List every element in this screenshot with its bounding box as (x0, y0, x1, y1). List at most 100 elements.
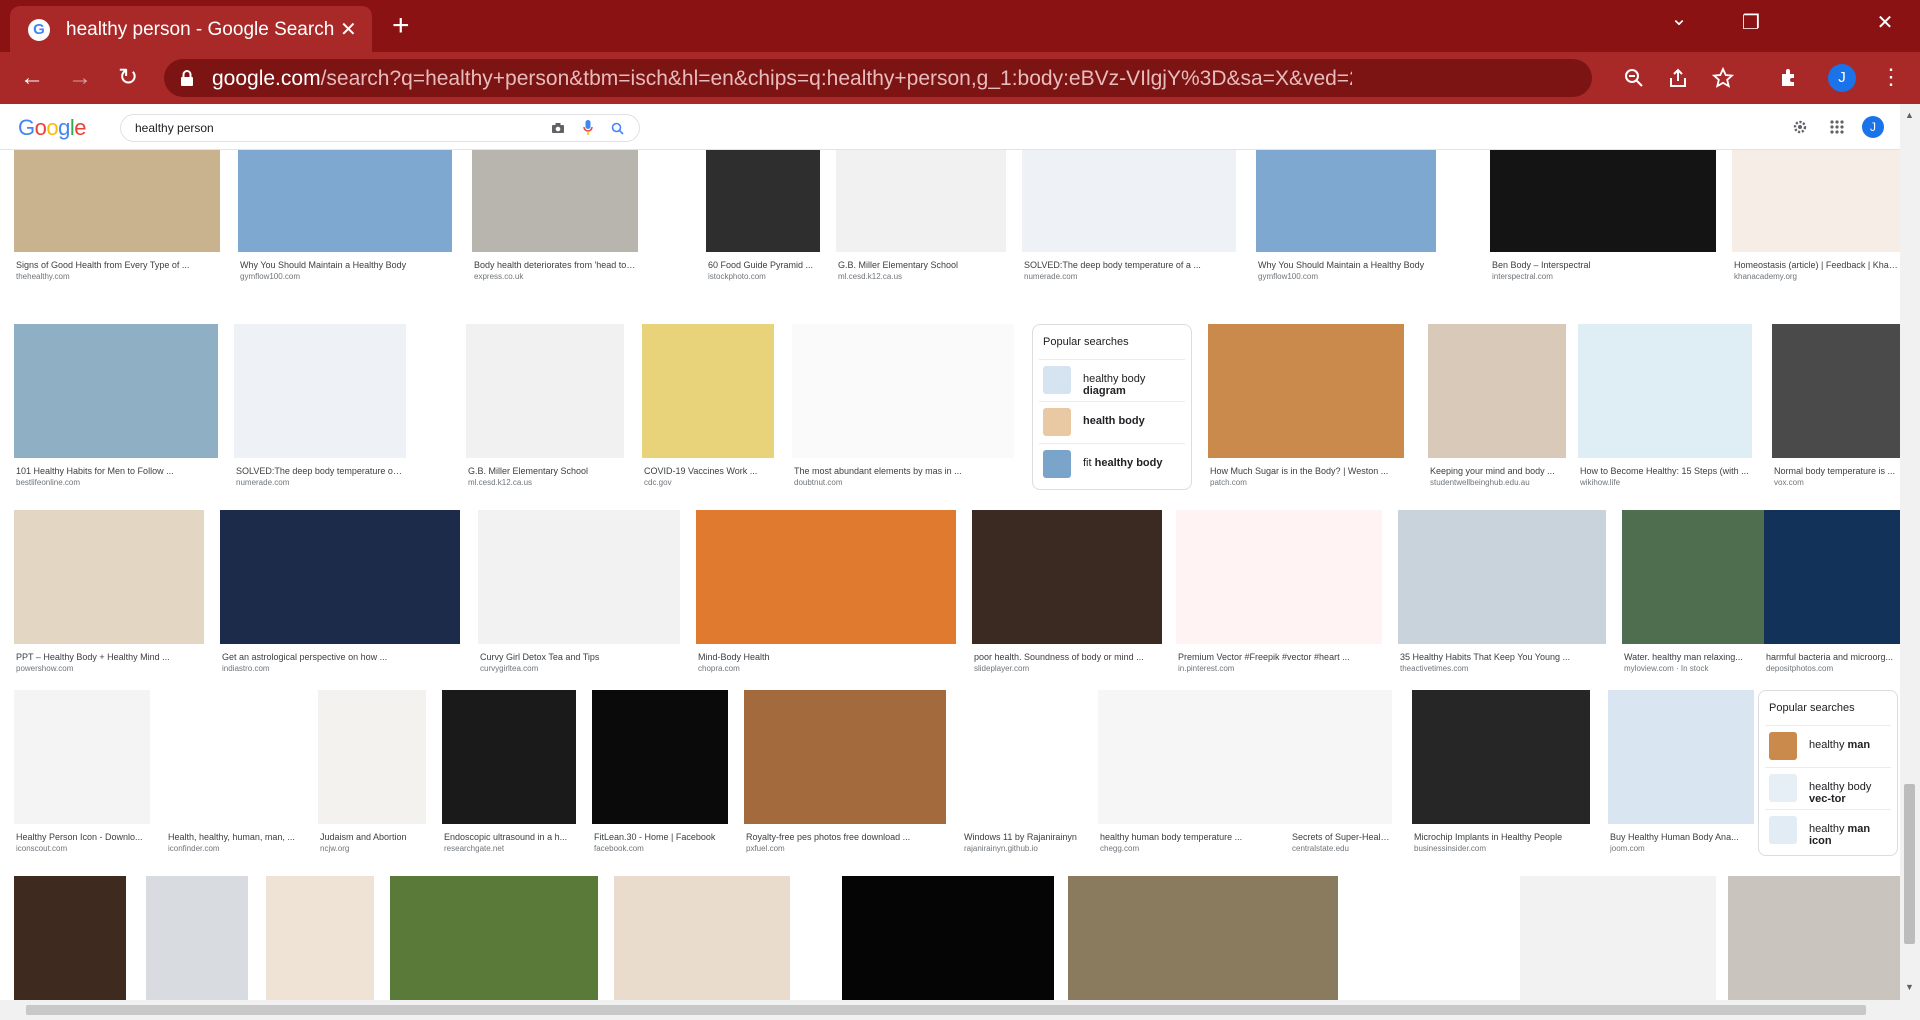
result-title[interactable]: Judaism and Abortion (320, 832, 424, 842)
result-source[interactable]: thehealthy.com (16, 272, 218, 281)
image-result[interactable]: SOLVED:The deep body temperature of a ..… (234, 324, 406, 488)
image-result[interactable]: Secrets of Super-Healt... centralstate.ed… (1290, 690, 1392, 854)
result-thumbnail[interactable] (390, 876, 598, 1000)
image-result[interactable]: Healthy Person Icon - Downlo... iconscout… (14, 690, 150, 854)
result-thumbnail[interactable] (1356, 876, 1502, 1000)
result-title[interactable]: Why You Should Maintain a Healthy Body (240, 260, 450, 270)
image-result[interactable]: Body health deteriorates from 'head to .… (472, 150, 638, 282)
image-result[interactable]: Why You Should Maintain a Healthy Body gy… (238, 150, 452, 282)
apps-grid-icon[interactable] (1830, 120, 1844, 134)
image-result[interactable]: SOLVED:The deep body temperature of a ..… (1022, 150, 1236, 282)
result-title[interactable]: G.B. Miller Elementary School (468, 466, 622, 476)
result-title[interactable]: 35 Healthy Habits That Keep You Young ..… (1400, 652, 1604, 662)
image-result[interactable]: Health, healthy, human, man, ... iconfind… (166, 690, 302, 854)
image-result[interactable]: Homeostasis (article) | Feedback | Khan.… (1732, 150, 1900, 282)
result-title[interactable]: Premium Vector #Freepik #vector #heart .… (1178, 652, 1380, 662)
result-title[interactable]: Ben Body – Interspectral (1492, 260, 1714, 270)
image-result[interactable] (842, 876, 1054, 1000)
image-result[interactable]: Mind-Body Health chopra.com (696, 510, 956, 674)
result-thumbnail[interactable] (792, 324, 1014, 458)
result-title[interactable]: SOLVED:The deep body temperature of a ..… (236, 466, 404, 476)
result-title[interactable]: The most abundant elements by mas in ... (794, 466, 1012, 476)
result-title[interactable]: poor health. Soundness of body or mind .… (974, 652, 1160, 662)
popular-search-label[interactable]: healthy man icon (1809, 823, 1887, 847)
popular-search-item[interactable]: fit healthy body (1039, 443, 1185, 481)
scrollbar-thumb[interactable] (1904, 784, 1915, 944)
result-thumbnail[interactable] (972, 510, 1162, 644)
popular-search-label[interactable]: health body (1083, 415, 1181, 427)
result-thumbnail[interactable] (466, 324, 624, 458)
image-result[interactable]: Ben Body – Interspectral interspectral.co… (1490, 150, 1716, 282)
back-button[interactable]: ← (16, 62, 48, 94)
result-title[interactable]: Get an astrological perspective on how .… (222, 652, 458, 662)
image-result[interactable]: FitLean.30 - Home | Facebook facebook.com (592, 690, 728, 854)
result-source[interactable]: ncjw.org (320, 844, 424, 853)
image-result[interactable] (1356, 876, 1502, 1000)
result-title[interactable]: Buy Healthy Human Body Ana... (1610, 832, 1752, 842)
result-title[interactable]: harmful bacteria and microorg... (1766, 652, 1898, 662)
result-thumbnail[interactable] (266, 876, 374, 1000)
result-thumbnail[interactable] (642, 324, 774, 458)
result-source[interactable]: iconfinder.com (168, 844, 300, 853)
result-source[interactable]: joom.com (1610, 844, 1752, 853)
profile-avatar[interactable]: J (1828, 64, 1856, 92)
result-thumbnail[interactable] (220, 510, 460, 644)
result-source[interactable]: depositphotos.com (1766, 664, 1898, 673)
image-result[interactable] (614, 876, 790, 1000)
result-thumbnail[interactable] (696, 510, 956, 644)
result-source[interactable]: bestlifeonline.com (16, 478, 216, 487)
image-result[interactable]: Get an astrological perspective on how .… (220, 510, 460, 674)
result-thumbnail[interactable] (842, 876, 1054, 1000)
image-result[interactable]: Endoscopic ultrasound in a h... researchg… (442, 690, 576, 854)
image-result[interactable]: Judaism and Abortion ncjw.org (318, 690, 426, 854)
result-source[interactable]: rajanirainyn.github.io (964, 844, 1084, 853)
result-title[interactable]: Homeostasis (article) | Feedback | Khan.… (1734, 260, 1898, 270)
result-thumbnail[interactable] (14, 150, 220, 252)
image-result[interactable] (1068, 876, 1338, 1000)
popular-search-item[interactable]: healthy man icon (1765, 809, 1891, 847)
result-thumbnail[interactable] (14, 690, 150, 824)
image-result[interactable] (146, 876, 248, 1000)
search-icon[interactable] (611, 122, 624, 135)
result-title[interactable]: 101 Healthy Habits for Men to Follow ... (16, 466, 216, 476)
image-result[interactable]: Curvy Girl Detox Tea and Tips curvygirlte… (478, 510, 680, 674)
image-result[interactable]: 60 Food Guide Pyramid ... istockphoto.com (706, 150, 820, 282)
result-title[interactable]: FitLean.30 - Home | Facebook (594, 832, 726, 842)
forward-button[interactable]: → (64, 62, 96, 94)
image-result[interactable] (1728, 876, 1900, 1000)
address-bar[interactable]: google.com/search?q=healthy+person&tbm=i… (164, 59, 1734, 97)
scroll-down-icon[interactable]: ▼ (1905, 982, 1914, 992)
result-source[interactable]: businessinsider.com (1414, 844, 1588, 853)
result-source[interactable]: slideplayer.com (974, 664, 1160, 673)
result-source[interactable]: indiastro.com (222, 664, 458, 673)
popular-search-item[interactable]: healthy body vec-tor (1765, 767, 1891, 805)
result-thumbnail[interactable] (238, 150, 452, 252)
result-thumbnail[interactable] (234, 324, 406, 458)
result-source[interactable]: khanacademy.org (1734, 272, 1898, 281)
result-thumbnail[interactable] (1728, 876, 1900, 1000)
image-result[interactable]: PPT – Healthy Body + Healthy Mind ... pow… (14, 510, 204, 674)
result-source[interactable]: patch.com (1210, 478, 1402, 487)
result-title[interactable]: 60 Food Guide Pyramid ... (708, 260, 818, 270)
result-thumbnail[interactable] (1412, 690, 1590, 824)
browser-tab[interactable]: healthy person - Google Search ✕ (10, 6, 372, 52)
result-thumbnail[interactable] (318, 690, 426, 824)
image-result[interactable]: Royalty-free pes photos free download ..… (744, 690, 946, 854)
image-result[interactable]: Microchip Implants in Healthy People busi… (1412, 690, 1590, 854)
result-thumbnail[interactable] (1398, 510, 1606, 644)
image-result[interactable]: Why You Should Maintain a Healthy Body gy… (1256, 150, 1436, 282)
browser-menu-icon[interactable]: ⋮ (1880, 64, 1902, 90)
google-account-avatar[interactable]: J (1862, 116, 1884, 138)
result-source[interactable]: cdc.gov (644, 478, 772, 487)
extensions-puzzle-icon[interactable] (1778, 66, 1802, 90)
result-title[interactable]: healthy human body temperature ... (1100, 832, 1302, 842)
image-result[interactable]: Water. healthy man relaxing... myloview.c… (1622, 510, 1764, 674)
image-result[interactable]: 35 Healthy Habits That Keep You Young ..… (1398, 510, 1606, 674)
image-result[interactable]: Normal body temperature is ... vox.com (1772, 324, 1900, 488)
image-result[interactable] (390, 876, 598, 1000)
result-source[interactable]: studentwellbeinghub.edu.au (1430, 478, 1564, 487)
result-thumbnail[interactable] (1428, 324, 1566, 458)
result-title[interactable]: Healthy Person Icon - Downlo... (16, 832, 148, 842)
result-thumbnail[interactable] (1208, 324, 1404, 458)
result-source[interactable]: ml.cesd.k12.ca.us (838, 272, 1004, 281)
